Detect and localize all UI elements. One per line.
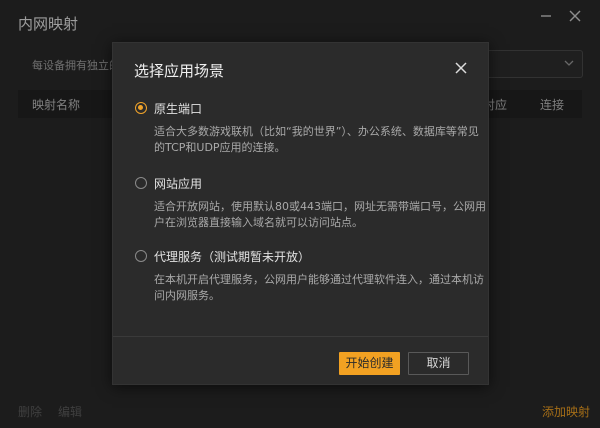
dialog-title: 选择应用场景 <box>134 62 225 80</box>
scenario-dialog: 选择应用场景 原生端口 适合大多数游戏联机（比如“我的世界”）、办公系统、数据库… <box>112 42 489 385</box>
dialog-close-button[interactable] <box>454 60 472 78</box>
option-label: 网站应用 <box>154 177 203 191</box>
radio-native-port[interactable] <box>135 102 147 114</box>
option-description: 在本机开启代理服务，公网用户能够通过代理软件连入，通过本机访问内网服务。 <box>154 273 484 302</box>
close-icon <box>455 62 467 74</box>
start-create-button[interactable]: 开始创建 <box>339 352 400 375</box>
cancel-button[interactable]: 取消 <box>408 352 469 375</box>
option-description: 适合大多数游戏联机（比如“我的世界”）、办公系统、数据库等常见的TCP和UDP应… <box>154 125 479 154</box>
dialog-divider <box>113 336 488 337</box>
radio-proxy[interactable] <box>135 250 147 262</box>
option-label: 原生端口 <box>154 102 203 116</box>
radio-website[interactable] <box>135 177 147 189</box>
option-label: 代理服务（测试期暂未开放） <box>154 250 311 264</box>
option-description: 适合开放网站，使用默认80或443端口，网址无需带端口号，公网用户在浏览器直接输… <box>154 200 486 229</box>
